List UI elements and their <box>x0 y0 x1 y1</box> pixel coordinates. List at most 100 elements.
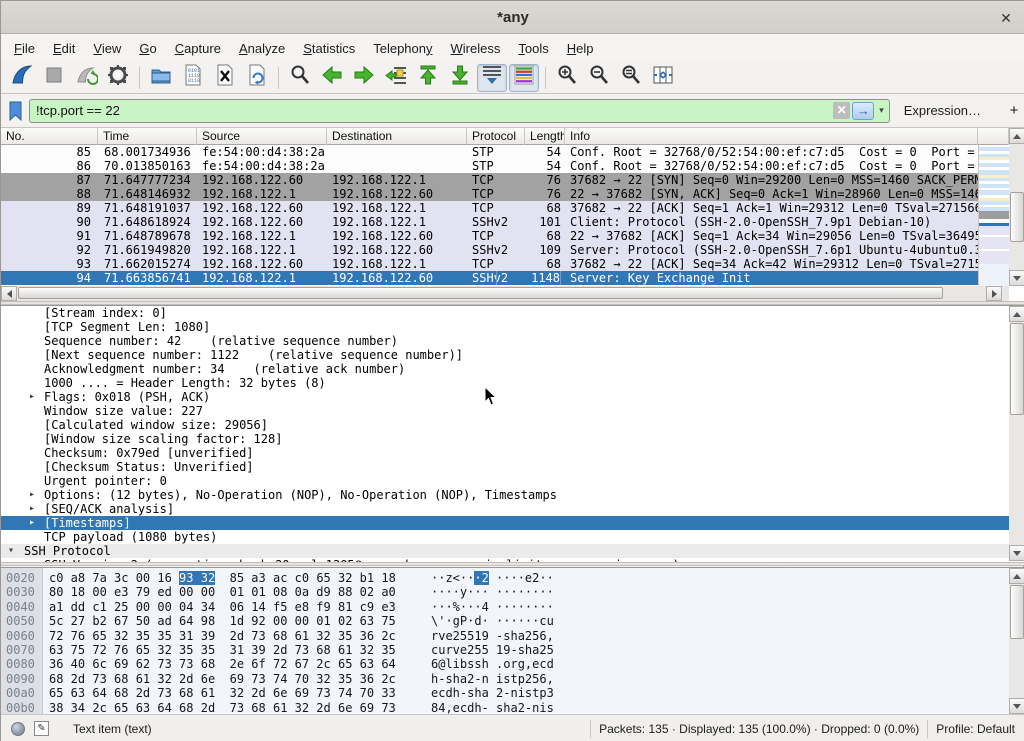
column-header-no[interactable]: No. <box>1 128 98 145</box>
capture-options-button[interactable] <box>103 64 133 92</box>
column-header-destination[interactable]: Destination <box>327 128 467 145</box>
packet-list-vscrollbar[interactable] <box>1009 128 1024 286</box>
packet-row-85[interactable]: 8568.001734936fe:54:00:d4:38:2aSTP54Conf… <box>1 145 978 159</box>
hex-row-00b0[interactable]: 00b038 34 2c 65 63 64 68 2d 73 68 61 32 … <box>1 701 1009 714</box>
expression-button[interactable]: Expression… <box>904 103 981 118</box>
detail-line[interactable]: [Calculated window size: 29056] <box>1 418 1009 432</box>
packet-row-89[interactable]: 8971.648191037192.168.122.60192.168.122.… <box>1 201 978 215</box>
close-window-button[interactable]: ✕ <box>997 9 1015 27</box>
detail-line[interactable]: 1000 .... = Header Length: 32 bytes (8) <box>1 376 1009 390</box>
expander-closed-icon[interactable]: ▸ <box>29 390 35 404</box>
scroll-thumb[interactable] <box>1010 323 1024 415</box>
close-file-button[interactable] <box>210 64 240 92</box>
expander-closed-icon[interactable]: ▸ <box>29 488 35 502</box>
clear-filter-button[interactable]: ✕ <box>833 102 850 119</box>
detail-line[interactable]: Checksum: 0x79ed [unverified] <box>1 446 1009 460</box>
scroll-thumb[interactable] <box>1010 585 1024 639</box>
menu-item-wireless[interactable]: Wireless <box>442 36 510 61</box>
menu-item-analyze[interactable]: Analyze <box>230 36 294 61</box>
detail-line[interactable]: [Next sequence number: 1122 (relative se… <box>1 348 1009 362</box>
open-file-button[interactable] <box>146 64 176 92</box>
restart-capture-button[interactable] <box>71 64 101 92</box>
detail-line[interactable]: ▾SSH Protocol <box>1 544 1009 558</box>
menu-item-go[interactable]: Go <box>130 36 165 61</box>
detail-line[interactable]: ▸Options: (12 bytes), No-Operation (NOP)… <box>1 488 1009 502</box>
auto-scroll-button[interactable] <box>477 64 507 92</box>
hex-row-0020[interactable]: 0020c0 a8 7a 3c 00 16 93 32 85 a3 ac c0 … <box>1 571 1009 585</box>
detail-line[interactable]: [TCP Segment Len: 1080] <box>1 320 1009 334</box>
packet-row-88[interactable]: 8871.648146932192.168.122.1192.168.122.6… <box>1 187 978 201</box>
details-vscrollbar[interactable] <box>1009 306 1024 561</box>
find-packet-button[interactable] <box>285 64 315 92</box>
packet-row-93[interactable]: 9371.662015274192.168.122.60192.168.122.… <box>1 257 978 271</box>
detail-line-selected[interactable]: ▸[Timestamps] <box>1 516 1009 530</box>
expert-info-icon[interactable] <box>11 722 25 736</box>
detail-line[interactable]: ▸Flags: 0x018 (PSH, ACK) <box>1 390 1009 404</box>
scroll-thumb[interactable] <box>1010 192 1024 242</box>
go-forward-button[interactable] <box>349 64 379 92</box>
detail-line[interactable]: Sequence number: 42 (relative sequence n… <box>1 334 1009 348</box>
packet-row-87[interactable]: 8771.647777234192.168.122.60192.168.122.… <box>1 173 978 187</box>
column-header-length[interactable]: Length <box>525 128 565 145</box>
save-file-button[interactable]: 010111100110 <box>178 64 208 92</box>
profile-text[interactable]: Profile: Default <box>936 722 1015 736</box>
zoom-out-button[interactable] <box>584 64 614 92</box>
column-header-blank[interactable] <box>978 128 1009 145</box>
start-capture-button[interactable] <box>7 64 37 92</box>
scroll-down-button[interactable] <box>1009 270 1024 286</box>
scroll-up-button[interactable] <box>1009 128 1024 144</box>
expander-open-icon[interactable]: ▾ <box>8 544 14 558</box>
detail-line[interactable]: Acknowledgment number: 34 (relative ack … <box>1 362 1009 376</box>
packet-row-94[interactable]: 9471.663856741192.168.122.1192.168.122.6… <box>1 271 978 285</box>
pane-splitter[interactable]: ····· <box>1 562 1024 566</box>
resize-columns-button[interactable] <box>648 64 678 92</box>
scroll-right-button[interactable] <box>986 286 1002 301</box>
scroll-down-button[interactable] <box>1009 698 1024 714</box>
menu-item-view[interactable]: View <box>84 36 130 61</box>
apply-filter-button[interactable]: → <box>852 102 874 120</box>
detail-line[interactable]: [Stream index: 0] <box>1 306 1009 320</box>
column-header-info[interactable]: Info <box>565 128 978 145</box>
hex-row-0070[interactable]: 007063 75 72 76 65 32 35 35 31 39 2d 73 … <box>1 643 1009 657</box>
menu-item-file[interactable]: File <box>5 36 44 61</box>
scroll-thumb[interactable] <box>18 287 943 299</box>
detail-line[interactable]: [Checksum Status: Unverified] <box>1 460 1009 474</box>
detail-line[interactable]: Urgent pointer: 0 <box>1 474 1009 488</box>
go-to-packet-button[interactable] <box>381 64 411 92</box>
intelligent-scrollbar-minimap[interactable] <box>978 145 1009 286</box>
scroll-up-button[interactable] <box>1009 568 1024 584</box>
column-header-protocol[interactable]: Protocol <box>467 128 525 145</box>
zoom-in-button[interactable] <box>552 64 582 92</box>
scroll-up-button[interactable] <box>1009 306 1024 322</box>
hex-row-0050[interactable]: 00505c 27 b2 67 50 ad 64 98 1d 92 00 00 … <box>1 614 1009 628</box>
hex-vscrollbar[interactable] <box>1009 568 1024 714</box>
go-top-button[interactable] <box>413 64 443 92</box>
menu-item-help[interactable]: Help <box>558 36 603 61</box>
bookmark-icon[interactable] <box>6 100 26 122</box>
menu-item-edit[interactable]: Edit <box>44 36 84 61</box>
capture-comment-icon[interactable]: ✎ <box>34 721 49 736</box>
detail-line[interactable]: Window size value: 227 <box>1 404 1009 418</box>
menu-item-statistics[interactable]: Statistics <box>294 36 364 61</box>
menu-item-telephony[interactable]: Telephony <box>364 36 441 61</box>
hex-row-0060[interactable]: 006072 76 65 32 35 35 31 39 2d 73 68 61 … <box>1 629 1009 643</box>
hex-row-0030[interactable]: 003080 18 00 e3 79 ed 00 00 01 01 08 0a … <box>1 585 1009 599</box>
detail-line[interactable]: ▸[SEQ/ACK analysis] <box>1 502 1009 516</box>
packet-row-86[interactable]: 8670.013850163fe:54:00:d4:38:2aSTP54Conf… <box>1 159 978 173</box>
menu-item-tools[interactable]: Tools <box>509 36 557 61</box>
zoom-original-button[interactable] <box>616 64 646 92</box>
stop-capture-button[interactable] <box>39 64 69 92</box>
packet-row-91[interactable]: 9171.648789678192.168.122.1192.168.122.6… <box>1 229 978 243</box>
reload-file-button[interactable] <box>242 64 272 92</box>
scroll-left-button[interactable] <box>1 286 17 301</box>
column-header-source[interactable]: Source <box>197 128 327 145</box>
go-back-button[interactable] <box>317 64 347 92</box>
detail-line[interactable]: TCP payload (1080 bytes) <box>1 530 1009 544</box>
packet-row-90[interactable]: 9071.648618924192.168.122.60192.168.122.… <box>1 215 978 229</box>
hex-row-00a0[interactable]: 00a065 63 64 68 2d 73 68 61 32 2d 6e 69 … <box>1 686 1009 700</box>
packet-row-92[interactable]: 9271.661949820192.168.122.1192.168.122.6… <box>1 243 978 257</box>
colorize-button[interactable] <box>509 64 539 92</box>
hex-row-0040[interactable]: 0040a1 dd c1 25 00 00 04 34 06 14 f5 e8 … <box>1 600 1009 614</box>
hex-row-0090[interactable]: 009068 2d 73 68 61 32 2d 6e 69 73 74 70 … <box>1 672 1009 686</box>
menu-item-capture[interactable]: Capture <box>166 36 230 61</box>
